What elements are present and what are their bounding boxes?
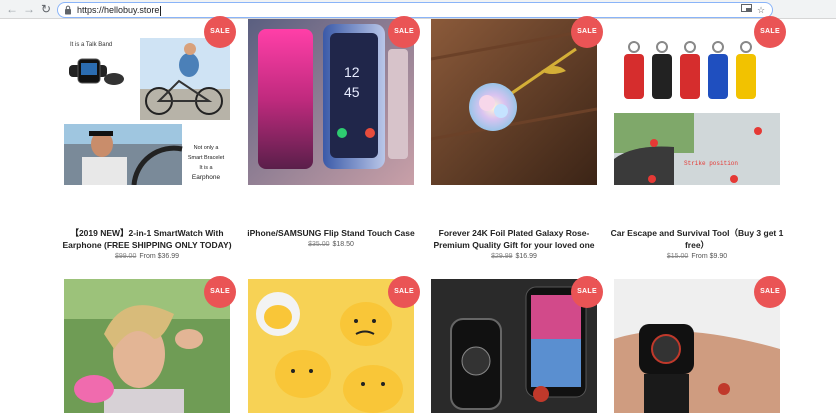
product-price: $29.99 $16.99 bbox=[431, 253, 597, 260]
sale-price: $18.50 bbox=[332, 241, 354, 248]
caption-line: Not only a bbox=[193, 145, 219, 151]
product-price: $35.00 $18.50 bbox=[248, 241, 414, 248]
product-price: $99.00 From $36.99 bbox=[64, 253, 230, 260]
sale-badge: SALE bbox=[388, 16, 420, 48]
browser-toolbar: ← → ↻ https://hellobuy.store ☆ bbox=[0, 0, 836, 19]
product-title[interactable]: Car Escape and Survival Tool（Buy 3 get 1… bbox=[608, 227, 786, 251]
sale-badge: SALE bbox=[204, 276, 236, 308]
sale-badge: SALE bbox=[388, 276, 420, 308]
product-title[interactable]: Forever 24K Foil Plated Galaxy Rose- Pre… bbox=[425, 227, 603, 251]
forward-arrow-icon[interactable]: → bbox=[21, 1, 37, 17]
original-price: $15.00 bbox=[666, 253, 689, 260]
caption-line: Earphone bbox=[191, 174, 221, 181]
talk-band-caption: It is a Talk Band bbox=[70, 42, 113, 48]
sale-badge: SALE bbox=[754, 276, 786, 308]
address-bar[interactable]: https://hellobuy.store ☆ bbox=[57, 2, 773, 18]
sale-price: From $36.99 bbox=[139, 253, 180, 260]
product-image[interactable]: 12 45 bbox=[248, 19, 414, 185]
strike-position-label: Strike position bbox=[684, 160, 739, 167]
product-price: $15.00 From $9.90 bbox=[614, 253, 780, 260]
original-price: $29.99 bbox=[491, 253, 513, 260]
caption-line: Smart Bracelet bbox=[187, 155, 225, 161]
svg-text:45: 45 bbox=[344, 84, 360, 100]
product-image[interactable] bbox=[431, 19, 597, 185]
sale-price: $16.99 bbox=[515, 253, 537, 260]
product-image[interactable]: It is a Talk Band Not only a Smart Brace… bbox=[64, 19, 230, 185]
image-caption-block: Not only a Smart Bracelet It is a Earpho… bbox=[184, 143, 228, 183]
url-text[interactable]: https://hellobuy.store bbox=[77, 3, 162, 17]
lock-icon bbox=[65, 5, 71, 15]
sale-badge: SALE bbox=[754, 16, 786, 48]
svg-text:12: 12 bbox=[344, 64, 360, 80]
caption-line: It is a bbox=[199, 165, 213, 171]
bookmark-star-icon[interactable]: ☆ bbox=[755, 4, 767, 16]
sale-badge: SALE bbox=[204, 16, 236, 48]
product-title[interactable]: 【2019 NEW】2-in-1 SmartWatch With Earphon… bbox=[58, 227, 236, 251]
reload-icon[interactable]: ↻ bbox=[38, 1, 54, 17]
original-price: $35.00 bbox=[308, 241, 330, 248]
product-title[interactable]: iPhone/SAMSUNG Flip Stand Touch Case bbox=[242, 227, 420, 239]
original-price: $99.00 bbox=[114, 253, 137, 260]
product-image[interactable]: Strike position bbox=[614, 19, 780, 185]
cast-icon[interactable] bbox=[740, 4, 752, 16]
back-arrow-icon[interactable]: ← bbox=[4, 1, 20, 17]
sale-badge: SALE bbox=[571, 276, 603, 308]
sale-badge: SALE bbox=[571, 16, 603, 48]
sale-price: From $9.90 bbox=[691, 253, 728, 260]
